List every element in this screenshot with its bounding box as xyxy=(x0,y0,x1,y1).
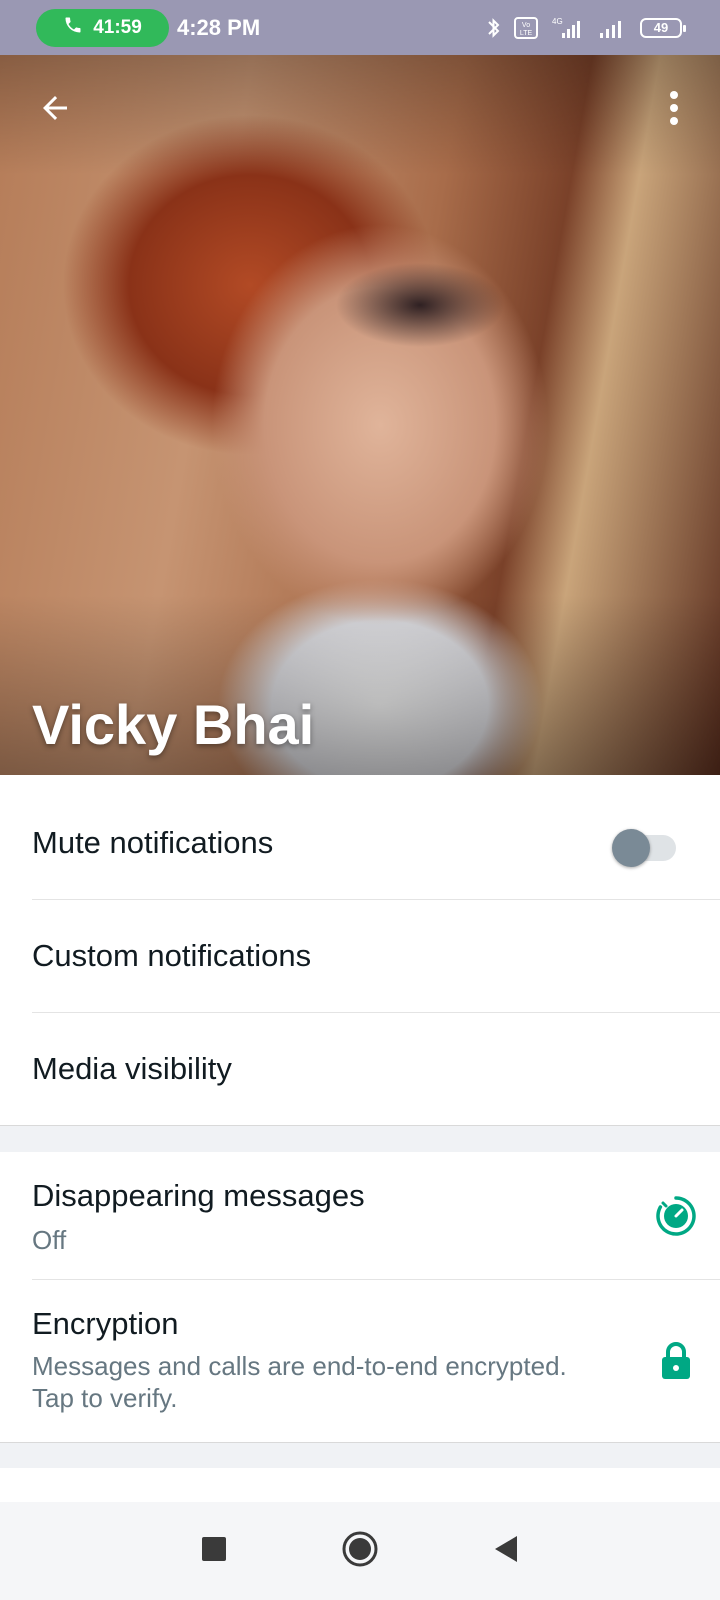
mute-notifications-label: Mute notifications xyxy=(32,825,274,860)
media-visibility-row[interactable]: Media visibility xyxy=(0,1013,720,1125)
bluetooth-icon xyxy=(486,16,502,40)
disappearing-messages-label: Disappearing messages xyxy=(32,1178,365,1213)
home-icon xyxy=(341,1530,379,1573)
status-bar: 41:59 4:28 PM Vo LTE 4G 49 xyxy=(0,0,720,55)
section-separator xyxy=(0,1125,720,1152)
phone-icon xyxy=(63,15,83,41)
back-icon xyxy=(493,1534,519,1569)
media-visibility-label: Media visibility xyxy=(32,1051,232,1086)
timer-icon xyxy=(654,1194,698,1238)
privacy-settings-section: Disappearing messages Off Encryption Mes… xyxy=(0,1152,720,1442)
call-timer: 41:59 xyxy=(93,16,142,38)
disappearing-messages-value: Off xyxy=(32,1225,67,1255)
svg-text:LTE: LTE xyxy=(520,30,533,37)
contact-name: Vicky Bhai xyxy=(32,693,315,756)
back-button[interactable] xyxy=(30,85,80,135)
svg-text:4G: 4G xyxy=(552,17,563,26)
battery-icon: 49 xyxy=(640,17,686,38)
encryption-row[interactable]: Encryption Messages and calls are end-to… xyxy=(0,1280,720,1442)
mute-notifications-row[interactable]: Mute notifications xyxy=(0,785,720,900)
next-section-partial xyxy=(0,1468,720,1502)
battery-level: 49 xyxy=(653,20,669,35)
disappearing-messages-row[interactable]: Disappearing messages Off xyxy=(0,1152,720,1280)
back-nav-button[interactable] xyxy=(433,1521,579,1581)
arrow-left-icon xyxy=(37,90,73,131)
home-button[interactable] xyxy=(287,1521,433,1581)
system-navigation-bar xyxy=(0,1502,720,1600)
custom-notifications-row[interactable]: Custom notifications xyxy=(0,900,720,1013)
ongoing-call-pill[interactable]: 41:59 xyxy=(36,8,169,47)
signal-icon xyxy=(598,16,628,40)
mute-notifications-toggle[interactable] xyxy=(612,823,676,867)
more-options-button[interactable] xyxy=(654,85,694,135)
custom-notifications-label: Custom notifications xyxy=(32,938,312,973)
more-vertical-icon xyxy=(669,90,679,131)
svg-text:Vo: Vo xyxy=(522,22,530,29)
recent-apps-icon xyxy=(201,1536,227,1567)
encryption-label: Encryption xyxy=(32,1306,179,1341)
signal-icon: 4G xyxy=(550,16,586,40)
notification-settings-section: Mute notifications Custom notifications … xyxy=(0,785,720,1125)
lock-icon xyxy=(654,1339,698,1383)
section-separator xyxy=(0,1442,720,1469)
profile-photo[interactable]: Vicky Bhai xyxy=(0,55,720,775)
volte-icon: Vo LTE xyxy=(514,16,538,39)
recent-apps-button[interactable] xyxy=(141,1521,287,1581)
encryption-description: Messages and calls are end-to-end encryp… xyxy=(32,1351,567,1413)
clock: 4:28 PM xyxy=(177,14,261,40)
